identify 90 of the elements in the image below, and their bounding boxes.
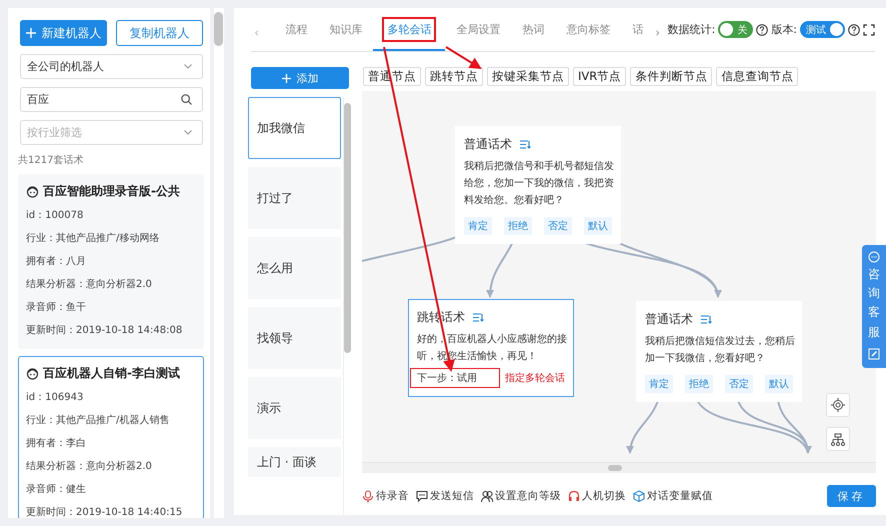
chat-icon (416, 490, 428, 502)
card-field: 行业：其他产品推广/移动网络 (26, 227, 196, 250)
toolbar-action[interactable]: 对话变量赋值 (633, 489, 713, 503)
cube-icon (633, 490, 645, 502)
fullscreen-icon[interactable] (863, 24, 875, 36)
sort-icon[interactable] (520, 140, 531, 149)
toggle-label: 数据统计: (668, 22, 716, 37)
intent-item[interactable]: 怎么用 (248, 237, 342, 299)
intent-item[interactable]: 打过了 (248, 167, 342, 229)
toggle-switch[interactable]: 测试 (800, 21, 845, 38)
card-field: id：100078 (26, 204, 196, 227)
tab[interactable]: 热词 (511, 8, 556, 51)
tab[interactable]: 知识库 (318, 8, 374, 51)
intent-item[interactable]: 上门 · 面谈 (248, 447, 342, 477)
tab[interactable]: 多轮会话 (373, 8, 446, 51)
chat-icon (868, 251, 880, 263)
sort-icon[interactable] (701, 315, 712, 324)
search-icon (181, 94, 192, 105)
new-robot-button[interactable]: 新建机器人 (20, 20, 107, 46)
card-field: 结果分析器：意向分析器2.0 (26, 455, 196, 478)
sort-icon[interactable] (473, 313, 484, 322)
scrollbar-thumb[interactable] (214, 12, 223, 46)
plus-icon (282, 74, 290, 82)
hierarchy-icon (831, 432, 845, 446)
mic-icon (362, 490, 374, 502)
scrollbar-thumb[interactable] (344, 103, 352, 353)
robot-head-icon (26, 367, 39, 380)
annotation-text: 指定多轮会话 (505, 372, 565, 385)
search-field[interactable]: 百应 (20, 87, 203, 112)
edit-icon (868, 348, 880, 360)
chevron-down-icon (184, 130, 192, 135)
arrow-head-icon (486, 290, 494, 298)
flow-node[interactable]: 普通话术 我稍后把微信短信发过去，您稍后加一下我微信，您看好吧？ 肯定 拒绝 否定 默认 (636, 301, 802, 402)
locate-button[interactable] (826, 393, 850, 417)
card-field: 更新时间：2019-10-18 14:40:15 (26, 501, 196, 518)
flow-node[interactable]: 普通话术 我稍后把微信号和手机号都短信发给您，您加一下我的微信，我把资料发给您。您看好吧？ 肯定 拒绝 否定 默认 (455, 126, 621, 244)
tab[interactable]: 话 (621, 8, 654, 51)
scrollbar-thumb[interactable] (608, 465, 622, 471)
toolbar-action[interactable]: 待录音 (362, 489, 409, 503)
tab[interactable]: 流程 (274, 8, 318, 51)
node-type-button[interactable]: 信息查询节点 (716, 67, 798, 86)
node-text: 我稍后把微信短信发过去，您稍后加一下我微信，您看好吧？ (645, 334, 796, 366)
node-title: 普通话术 (645, 311, 693, 328)
toggle-label: 版本: (771, 22, 797, 37)
node-text: 我稍后把微信号和手机号都短信发给您，您加一下我的微信，我把资料发给您。您看好吧？ (464, 160, 615, 208)
target-icon (831, 398, 845, 412)
save-button[interactable]: 保存 (827, 485, 876, 507)
card-field: 结果分析器：意向分析器2.0 (26, 273, 196, 296)
add-button[interactable]: 添加 (251, 67, 349, 89)
script-count: 共1217套话术 (18, 154, 84, 167)
card-field: 拥有者：八月 (26, 250, 196, 273)
card-field: 更新时间：2019-10-18 14:48:08 (26, 319, 196, 342)
card-title: 百应智能助理录音版-公共 (43, 183, 180, 200)
tab[interactable]: 全局设置 (445, 8, 512, 51)
help-icon[interactable] (756, 24, 768, 36)
help-icon[interactable] (848, 24, 860, 36)
robot-card[interactable]: 百应智能助理录音版-公共 id：100078 行业：其他产品推广/移动网络 拥有者：八月 结果分析器：意向分析器2.0 录音师：鱼干 更新时间：2019-10-18 14:48:08 (18, 174, 204, 349)
node-type-button[interactable]: 条件判断节点 (630, 67, 712, 86)
toolbar-action[interactable]: 人机切换 (568, 489, 626, 503)
arrow-head-icon (626, 446, 634, 454)
node-type-button[interactable]: IVR节点 (573, 67, 626, 86)
copy-robot-button[interactable]: 复制机器人 (116, 20, 203, 46)
layout-button[interactable] (826, 427, 850, 451)
scope-select[interactable]: 全公司的机器人 (20, 54, 203, 79)
intent-item[interactable]: 加我微信 (248, 97, 342, 159)
intent-item[interactable]: 演示 (248, 377, 342, 439)
card-field: 录音师：健生 (26, 478, 196, 501)
people-icon (481, 490, 493, 502)
plus-icon (26, 28, 36, 38)
toolbar-action[interactable]: 设置意向等级 (481, 489, 561, 503)
node-type-button[interactable]: 跳转节点 (425, 67, 483, 86)
robot-card[interactable]: 百应机器人自销-李白测试 id：106943 行业：其他产品推广/机器人销售 拥有者：李白 结果分析器：意向分析器2.0 录音师：健生 更新时间：2019-10-18 14:40:15 (18, 356, 204, 518)
card-field: 拥有者：李白 (26, 432, 196, 455)
robot-head-icon (26, 185, 39, 198)
toolbar-action[interactable]: 发送短信 (416, 489, 474, 503)
intent-item[interactable]: 找领导 (248, 307, 342, 369)
arrow-head-icon (804, 446, 812, 454)
card-field: 录音师：鱼干 (26, 296, 196, 319)
next-step: 下一步：试用 (410, 368, 500, 388)
card-title: 百应机器人自销-李白测试 (43, 365, 180, 382)
headphones-icon (568, 490, 580, 502)
node-title: 普通话术 (464, 136, 512, 153)
card-field: 行业：其他产品推广/机器人销售 (26, 409, 196, 432)
chevron-down-icon (184, 64, 192, 69)
node-type-button[interactable]: 按键采集节点 (487, 67, 569, 86)
card-field: id：106943 (26, 386, 196, 409)
tab[interactable]: 意向标签 (555, 8, 622, 51)
chevron-right-icon[interactable] (656, 28, 660, 38)
connector-line (629, 400, 659, 454)
arrow-head-icon (714, 290, 722, 298)
